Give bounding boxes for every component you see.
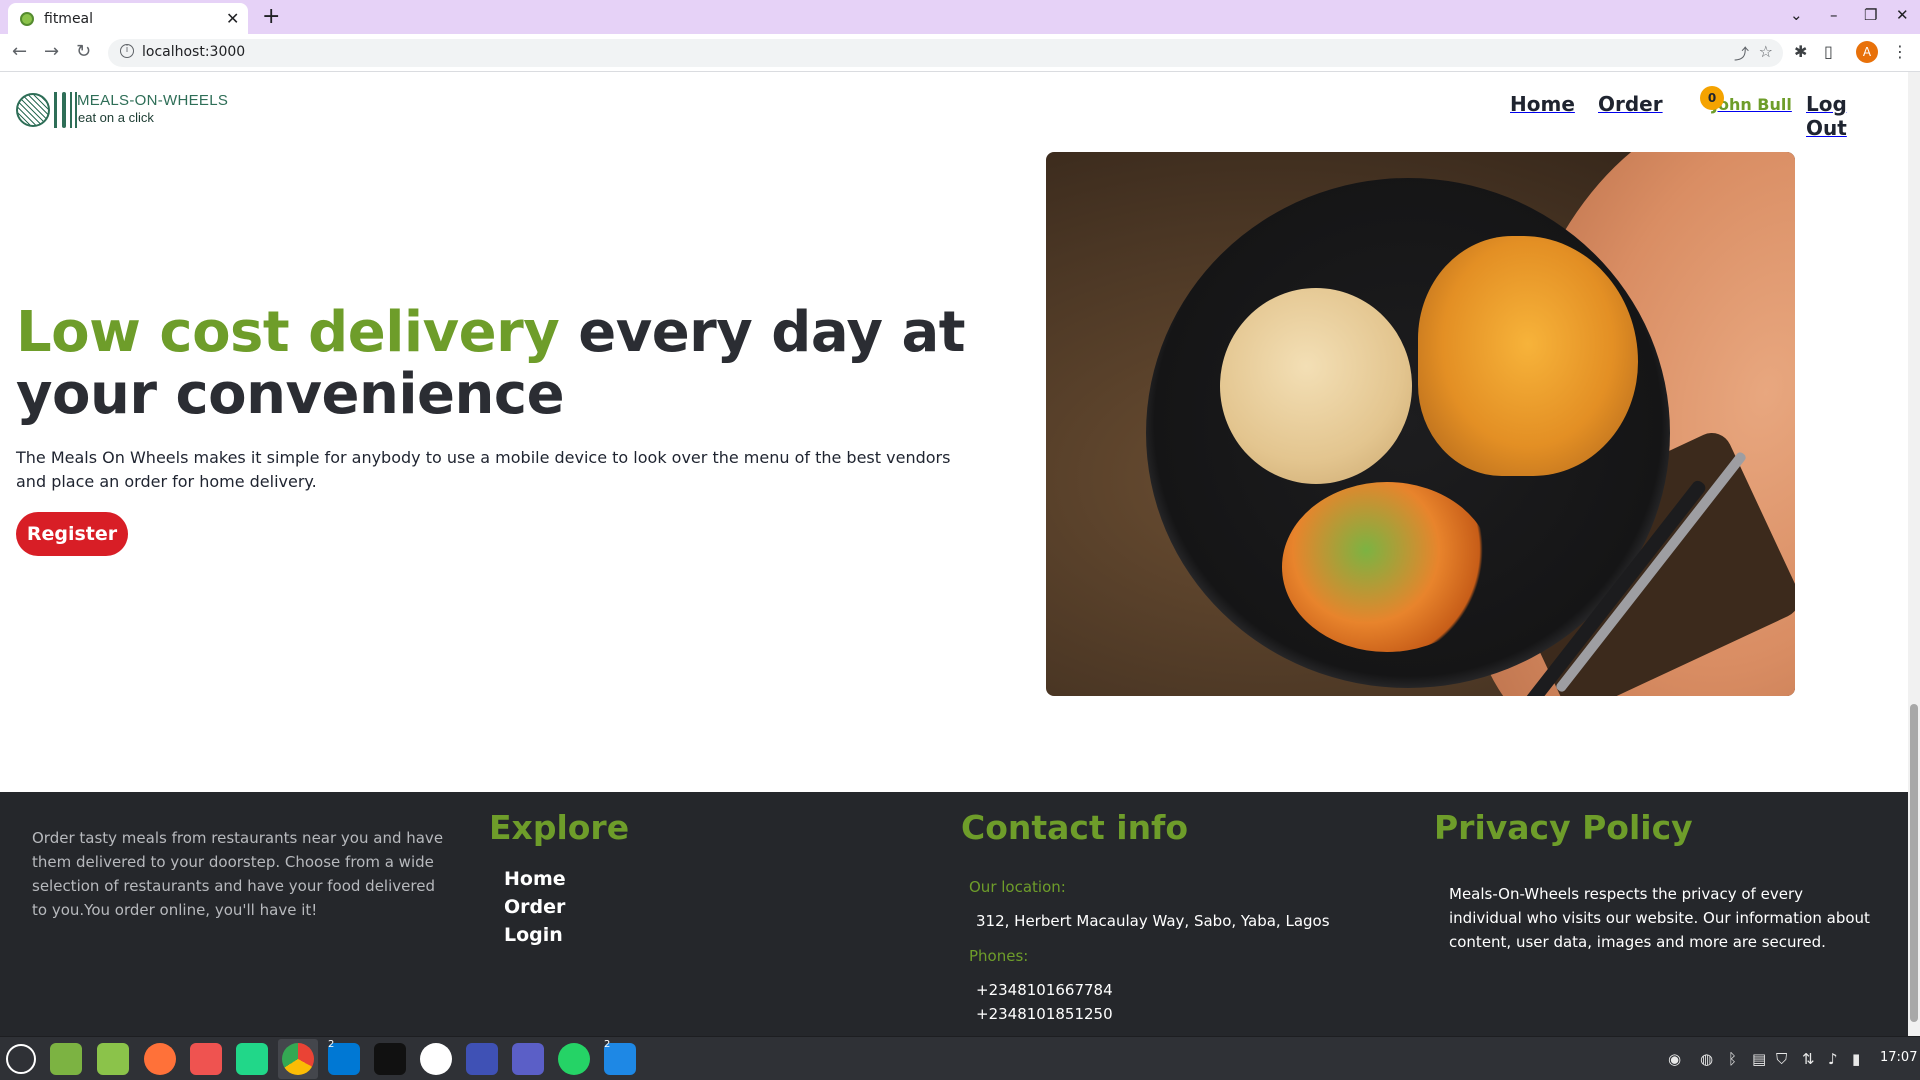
files-icon[interactable]	[97, 1043, 129, 1075]
desktop-icon[interactable]	[50, 1043, 82, 1075]
editor-badge: 2	[604, 1039, 611, 1050]
logo-tagline: eat on a click	[78, 110, 154, 125]
footer-explore-heading: Explore	[489, 808, 630, 847]
footer-link-order[interactable]: Order	[504, 896, 565, 918]
fried-rice	[1220, 288, 1412, 484]
nav-order-label: Order	[1598, 92, 1663, 116]
footer-link-home[interactable]: Home	[504, 868, 566, 890]
tab-title: fitmeal	[44, 11, 94, 27]
menu-kebab-icon[interactable]: ⋮	[1892, 42, 1908, 61]
intellij-icon[interactable]	[466, 1043, 498, 1075]
phone-2: +2348101851250	[976, 1005, 1113, 1023]
address-bar[interactable]: i localhost:3000 ⤴ ☆	[108, 39, 1783, 67]
whatsapp-icon[interactable]	[558, 1043, 590, 1075]
footer-privacy-heading: Privacy Policy	[1434, 808, 1693, 847]
footer-link-login[interactable]: Login	[504, 924, 563, 946]
browser-tab-bar: fitmeal ✕ + ⌄ – ❐ ✕	[0, 0, 1920, 34]
hero-description: The Meals On Wheels makes it simple for …	[16, 448, 951, 491]
network-icon[interactable]: ⇅	[1802, 1050, 1815, 1068]
spoon-icon	[70, 92, 77, 128]
site-info-icon[interactable]: i	[120, 44, 134, 58]
profile-avatar[interactable]: A	[1856, 41, 1878, 63]
privacy-policy-text: Meals-On-Wheels respects the privacy of …	[1449, 885, 1870, 951]
site-logo[interactable]: MEALS-ON-WHEELS eat on a click	[16, 90, 236, 130]
cart-count-badge[interactable]: 0	[1700, 86, 1724, 110]
battery-icon[interactable]: ▮	[1852, 1050, 1860, 1068]
footer-contact-heading: Contact info	[961, 808, 1189, 847]
nav-logout-link[interactable]: Log Out	[1806, 92, 1882, 140]
clock[interactable]: 17:07	[1880, 1050, 1917, 1065]
page-scrollbar[interactable]	[1908, 72, 1920, 1036]
phones-label: Phones:	[969, 947, 1029, 965]
volume-icon[interactable]: ♪	[1828, 1050, 1838, 1068]
hero-title-accent: Low cost delivery	[16, 300, 560, 365]
os-taskbar: 2 2 ◉ ◍ ᛒ ▤ ⛉ ⇅ ♪ ▮ 17:07	[0, 1036, 1920, 1080]
firefox-icon[interactable]	[144, 1043, 176, 1075]
app-icon[interactable]	[420, 1043, 452, 1075]
vegetables	[1282, 482, 1492, 652]
knife-icon	[62, 92, 66, 128]
url-text[interactable]: localhost:3000	[142, 44, 245, 60]
hero-title: Low cost delivery every day at your conv…	[16, 302, 976, 426]
bluetooth-icon[interactable]: ᛒ	[1728, 1050, 1737, 1068]
location-value: 312, Herbert Macaulay Way, Sabo, Yaba, L…	[976, 912, 1330, 930]
pycharm-icon[interactable]	[236, 1043, 268, 1075]
vscode-badge: 2	[328, 1039, 335, 1050]
close-tab-icon[interactable]: ✕	[226, 9, 239, 28]
teams-tray-icon[interactable]: ◉	[1668, 1050, 1681, 1068]
shield-icon[interactable]: ⛉	[1776, 1050, 1787, 1068]
chrome-icon[interactable]	[282, 1043, 314, 1075]
restore-icon[interactable]: ❐	[1864, 6, 1877, 24]
side-panel-icon[interactable]: ▯	[1824, 42, 1833, 61]
location-label: Our location:	[969, 878, 1066, 896]
whatsapp-tray-icon[interactable]: ◍	[1700, 1050, 1713, 1068]
clipboard-icon[interactable]: ▤	[1752, 1050, 1766, 1068]
favicon-icon	[20, 12, 34, 26]
menu-icon[interactable]	[6, 1044, 36, 1074]
register-button[interactable]: Register	[16, 512, 128, 556]
reload-icon[interactable]: ↻	[76, 41, 91, 62]
back-icon[interactable]: ←	[12, 41, 27, 62]
forward-icon[interactable]: →	[44, 41, 59, 62]
nav-logout-label: Log Out	[1806, 92, 1847, 140]
scrollbar-thumb[interactable]	[1910, 704, 1918, 1022]
minimize-icon[interactable]: –	[1830, 6, 1838, 24]
plate-icon	[16, 93, 50, 127]
web-page: MEALS-ON-WHEELS eat on a click Home Orde…	[0, 72, 1908, 1036]
hero-food-image	[1046, 152, 1795, 696]
reader-icon[interactable]	[190, 1043, 222, 1075]
site-footer: Order tasty meals from restaurants near …	[0, 792, 1908, 1036]
bookmark-star-icon[interactable]: ☆	[1759, 42, 1773, 61]
browser-toolbar: ← → ↻ i localhost:3000 ⤴ ☆ ✱ ▯ A ⋮	[0, 34, 1920, 72]
teams-icon[interactable]	[512, 1043, 544, 1075]
share-icon[interactable]: ⤴	[1734, 43, 1749, 64]
nav-home-label: Home	[1510, 92, 1575, 116]
footer-about-text: Order tasty meals from restaurants near …	[32, 829, 444, 919]
phone-1: +2348101667784	[976, 981, 1113, 999]
tab-search-icon[interactable]: ⌄	[1790, 6, 1803, 24]
fork-icon	[54, 92, 57, 128]
logo-name: MEALS-ON-WHEELS	[77, 92, 229, 109]
terminal-icon[interactable]	[374, 1043, 406, 1075]
new-tab-icon[interactable]: +	[262, 4, 280, 29]
browser-tab[interactable]: fitmeal ✕	[8, 3, 248, 34]
close-window-icon[interactable]: ✕	[1896, 6, 1909, 24]
extensions-icon[interactable]: ✱	[1794, 42, 1807, 61]
